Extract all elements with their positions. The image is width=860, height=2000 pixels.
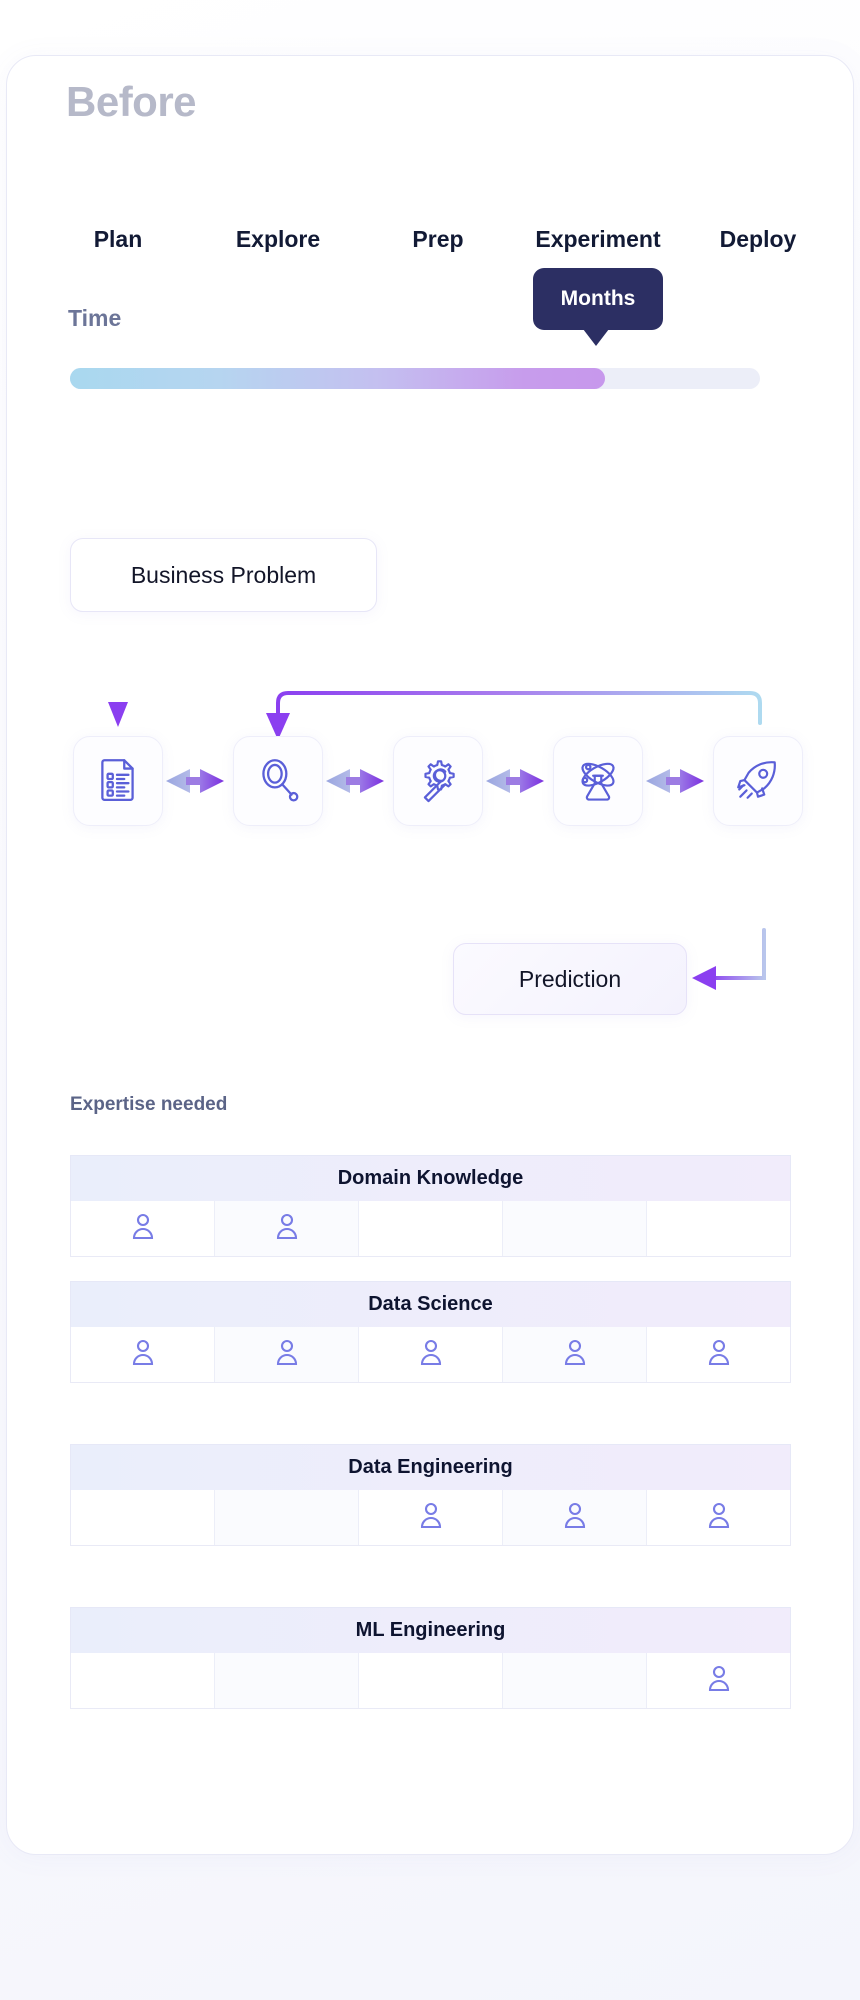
expertise-table-data-science: Data Science — [70, 1281, 791, 1383]
person-icon — [707, 1501, 731, 1534]
person-icon — [563, 1338, 587, 1371]
table-cell — [215, 1490, 359, 1545]
page-title: Before — [66, 78, 197, 125]
plan-label: Plan — [93, 226, 143, 252]
gear-wrench-icon — [413, 754, 463, 809]
table-cell — [215, 1327, 359, 1382]
person-icon — [563, 1501, 587, 1534]
person-icon — [275, 1212, 299, 1245]
table-cell — [503, 1653, 647, 1708]
table-cell — [647, 1653, 790, 1708]
atom-flask-icon — [572, 753, 624, 810]
expertise-label: Expertise needed — [70, 1094, 228, 1115]
prediction-box: Prediction — [453, 943, 687, 1015]
expertise-table-domain-knowledge: Domain Knowledge — [70, 1155, 791, 1257]
table-cell — [71, 1327, 215, 1382]
before-card — [6, 55, 854, 1855]
table-cell — [647, 1327, 790, 1382]
table-cell — [647, 1490, 790, 1545]
table-cell — [359, 1201, 503, 1256]
time-label: Time — [68, 305, 122, 331]
deploy-label: Deploy — [719, 226, 797, 252]
table-cell — [647, 1201, 790, 1256]
experiment-label: Experiment — [535, 226, 661, 252]
prep-node[interactable] — [393, 736, 483, 826]
tooltip-pointer-icon — [583, 329, 609, 346]
document-list-icon — [93, 754, 143, 809]
table-cell — [503, 1201, 647, 1256]
table-cell — [503, 1490, 647, 1545]
person-icon — [419, 1338, 443, 1371]
table-header: Data Engineering — [70, 1444, 791, 1490]
table-header: Domain Knowledge — [70, 1155, 791, 1201]
table-row — [70, 1490, 791, 1546]
person-icon — [707, 1338, 731, 1371]
expertise-table-data-engineering: Data Engineering — [70, 1444, 791, 1546]
time-bar-track — [70, 368, 760, 389]
business-problem-box: Business Problem — [70, 538, 377, 612]
person-icon — [275, 1338, 299, 1371]
table-cell — [215, 1201, 359, 1256]
explore-node[interactable] — [233, 736, 323, 826]
table-header: ML Engineering — [70, 1607, 791, 1653]
table-cell — [359, 1653, 503, 1708]
table-header: Data Science — [70, 1281, 791, 1327]
plan-node[interactable] — [73, 736, 163, 826]
table-cell — [71, 1201, 215, 1256]
table-cell — [71, 1490, 215, 1545]
months-tooltip: Months — [533, 268, 663, 330]
prep-label: Prep — [412, 226, 464, 252]
experiment-node[interactable] — [553, 736, 643, 826]
table-row — [70, 1201, 791, 1257]
explore-label: Explore — [235, 226, 321, 252]
table-cell — [359, 1327, 503, 1382]
table-row — [70, 1327, 791, 1383]
table-row — [70, 1653, 791, 1709]
table-cell — [359, 1490, 503, 1545]
expertise-table-ml-engineering: ML Engineering — [70, 1607, 791, 1709]
person-icon — [707, 1664, 731, 1697]
time-bar-fill — [70, 368, 605, 389]
table-cell — [503, 1327, 647, 1382]
table-cell — [71, 1653, 215, 1708]
person-icon — [419, 1501, 443, 1534]
person-icon — [131, 1338, 155, 1371]
rocket-icon — [733, 754, 783, 809]
person-icon — [131, 1212, 155, 1245]
table-cell — [215, 1653, 359, 1708]
magnifying-glass-icon — [253, 754, 303, 809]
deploy-node[interactable] — [713, 736, 803, 826]
